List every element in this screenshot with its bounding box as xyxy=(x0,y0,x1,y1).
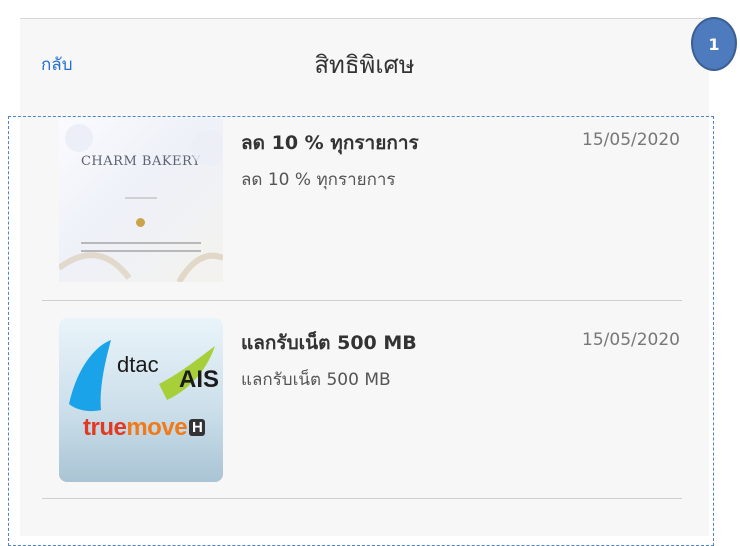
item-date: 15/05/2020 xyxy=(582,130,680,150)
item-description: ลด 10 % ทุกรายการ xyxy=(241,170,396,190)
h-mark: H xyxy=(189,419,206,436)
truemove-label: truemove H xyxy=(83,414,206,442)
dtac-label: dtac xyxy=(117,352,159,377)
list-item[interactable]: dtac AIS truemove H แลกรับเน็ต 500 MB แลก… xyxy=(42,318,682,482)
list-item[interactable]: CHARM BAKERY ลด 10 % ทุกรายการ ลด 10 % ท… xyxy=(42,118,682,300)
charm-bakery-logo-image: CHARM BAKERY xyxy=(59,118,223,282)
divider xyxy=(42,498,682,499)
page-title: สิทธิพิเศษ xyxy=(314,51,415,79)
true-part: true xyxy=(83,414,127,441)
item-date: 15/05/2020 xyxy=(582,330,680,350)
telco-logos-image: dtac AIS truemove H xyxy=(59,318,223,482)
dtac-drop-icon xyxy=(69,340,215,412)
divider xyxy=(42,300,682,301)
item-title: แลกรับเน็ต 500 MB xyxy=(241,332,417,354)
move-part: move xyxy=(126,414,188,441)
step-badge: 1 xyxy=(691,17,737,71)
ais-label: AIS xyxy=(179,366,220,393)
item-title: ลด 10 % ทุกรายการ xyxy=(241,132,419,154)
floral-decoration-icon xyxy=(59,124,223,282)
item-description: แลกรับเน็ต 500 MB xyxy=(241,370,391,390)
